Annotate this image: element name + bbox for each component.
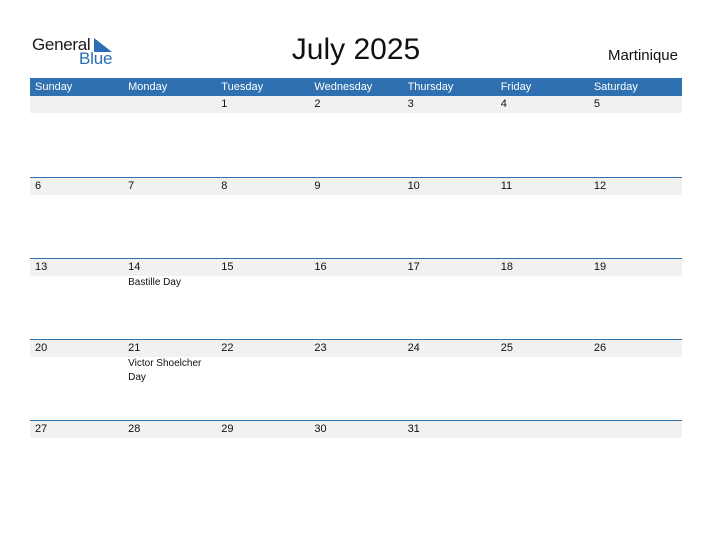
day-number: 3 (407, 98, 414, 110)
holiday-label: Victor Shoelcher Day (128, 358, 202, 383)
day-number (501, 421, 589, 438)
day-number: 14 (128, 261, 141, 273)
calendar-grid: Sunday Monday Tuesday Wednesday Thursday… (30, 78, 682, 501)
day-number: 11 (500, 180, 513, 192)
day-cell: 13 (30, 259, 123, 339)
day-cell: 3 (403, 96, 496, 177)
day-number: 21 (128, 342, 141, 354)
day-cell: 25 (496, 340, 589, 420)
day-number: 9 (314, 180, 321, 192)
day-number: 29 (221, 423, 234, 435)
day-number: 5 (593, 98, 600, 110)
day-cell: 18 (496, 259, 589, 339)
day-cell: 26 (589, 340, 682, 420)
day-cell (589, 421, 682, 501)
day-number: 30 (314, 423, 327, 435)
day-number: 27 (35, 423, 48, 435)
weekday-header: Sunday Monday Tuesday Wednesday Thursday… (30, 78, 682, 96)
day-cell: 24 (403, 340, 496, 420)
day-number (128, 96, 216, 113)
week-cells: 27 28 29 30 31 (30, 421, 682, 501)
day-cell: 10 (403, 178, 496, 258)
day-cell: 8 (216, 178, 309, 258)
day-number: 22 (221, 342, 234, 354)
day-cell: 16 (309, 259, 402, 339)
day-cell: 29 (216, 421, 309, 501)
day-number: 25 (500, 342, 513, 354)
day-cell: 9 (309, 178, 402, 258)
day-cell: 5 (589, 96, 682, 177)
day-cell: 22 (216, 340, 309, 420)
day-number: 16 (314, 261, 327, 273)
week-row: 6 7 8 9 10 11 12 (30, 177, 682, 258)
day-number: 7 (128, 180, 135, 192)
weekday-monday: Monday (128, 81, 168, 93)
day-cell: 31 (403, 421, 496, 501)
weekday-sunday: Sunday (35, 81, 73, 93)
day-cell (123, 96, 216, 177)
day-number: 10 (407, 180, 420, 192)
day-cell: 6 (30, 178, 123, 258)
weekday-friday: Friday (500, 81, 532, 93)
day-number: 26 (593, 342, 607, 354)
day-cell: 7 (123, 178, 216, 258)
day-number: 20 (35, 342, 48, 354)
day-number: 19 (593, 261, 607, 273)
day-number: 24 (407, 342, 420, 354)
week-cells: 20 21 Victor Shoelcher Day 22 23 24 25 26 (30, 340, 682, 420)
day-cell: 11 (496, 178, 589, 258)
week-cells: 6 7 8 9 10 11 12 (30, 178, 682, 258)
weekday-thursday: Thursday (407, 81, 454, 93)
week-row: 1 2 3 4 5 (30, 96, 682, 177)
day-cell (30, 96, 123, 177)
day-cell: 28 (123, 421, 216, 501)
day-cell: 23 (309, 340, 402, 420)
weekday-tuesday: Tuesday (221, 81, 264, 93)
day-number: 17 (407, 261, 420, 273)
day-cell: 19 (589, 259, 682, 339)
day-cell: 30 (309, 421, 402, 501)
week-cells: 1 2 3 4 5 (30, 96, 682, 177)
day-number: 18 (500, 261, 513, 273)
day-cell: 15 (216, 259, 309, 339)
day-cell (496, 421, 589, 501)
day-cell: 12 (589, 178, 682, 258)
day-cell: 4 (496, 96, 589, 177)
day-number: 4 (500, 98, 507, 110)
day-cell: 20 (30, 340, 123, 420)
day-number: 23 (314, 342, 327, 354)
calendar-title: July 2025 (291, 33, 421, 66)
day-number (35, 96, 123, 113)
day-number: 13 (35, 261, 48, 273)
day-cell: 14 Bastille Day (123, 259, 216, 339)
day-number: 15 (221, 261, 234, 273)
day-cell: 2 (309, 96, 402, 177)
day-number: 31 (407, 423, 420, 435)
week-row: 13 14 Bastille Day 15 16 17 18 19 (30, 258, 682, 339)
week-row: 20 21 Victor Shoelcher Day 22 23 24 25 26 (30, 339, 682, 420)
day-cell: 21 Victor Shoelcher Day (123, 340, 216, 420)
day-cell: 17 (403, 259, 496, 339)
day-number: 12 (593, 180, 607, 192)
week-cells: 13 14 Bastille Day 15 16 17 18 19 (30, 259, 682, 339)
day-number: 1 (221, 98, 228, 110)
holiday-label: Bastille Day (128, 277, 181, 288)
day-number (594, 421, 682, 438)
weeks-container: 1 2 3 4 5 6 7 8 9 10 11 12 13 14 Bastille Day 15 16 17 18 1… (30, 96, 682, 501)
weekday-saturday: Saturday (593, 81, 638, 93)
region-label: Martinique (607, 47, 678, 64)
day-number: 6 (35, 180, 42, 192)
weekday-wednesday: Wednesday (314, 81, 373, 93)
day-number: 2 (314, 98, 321, 110)
day-number: 8 (221, 180, 228, 192)
day-cell: 1 (216, 96, 309, 177)
day-number: 28 (128, 423, 141, 435)
week-row: 27 28 29 30 31 (30, 420, 682, 501)
day-cell: 27 (30, 421, 123, 501)
